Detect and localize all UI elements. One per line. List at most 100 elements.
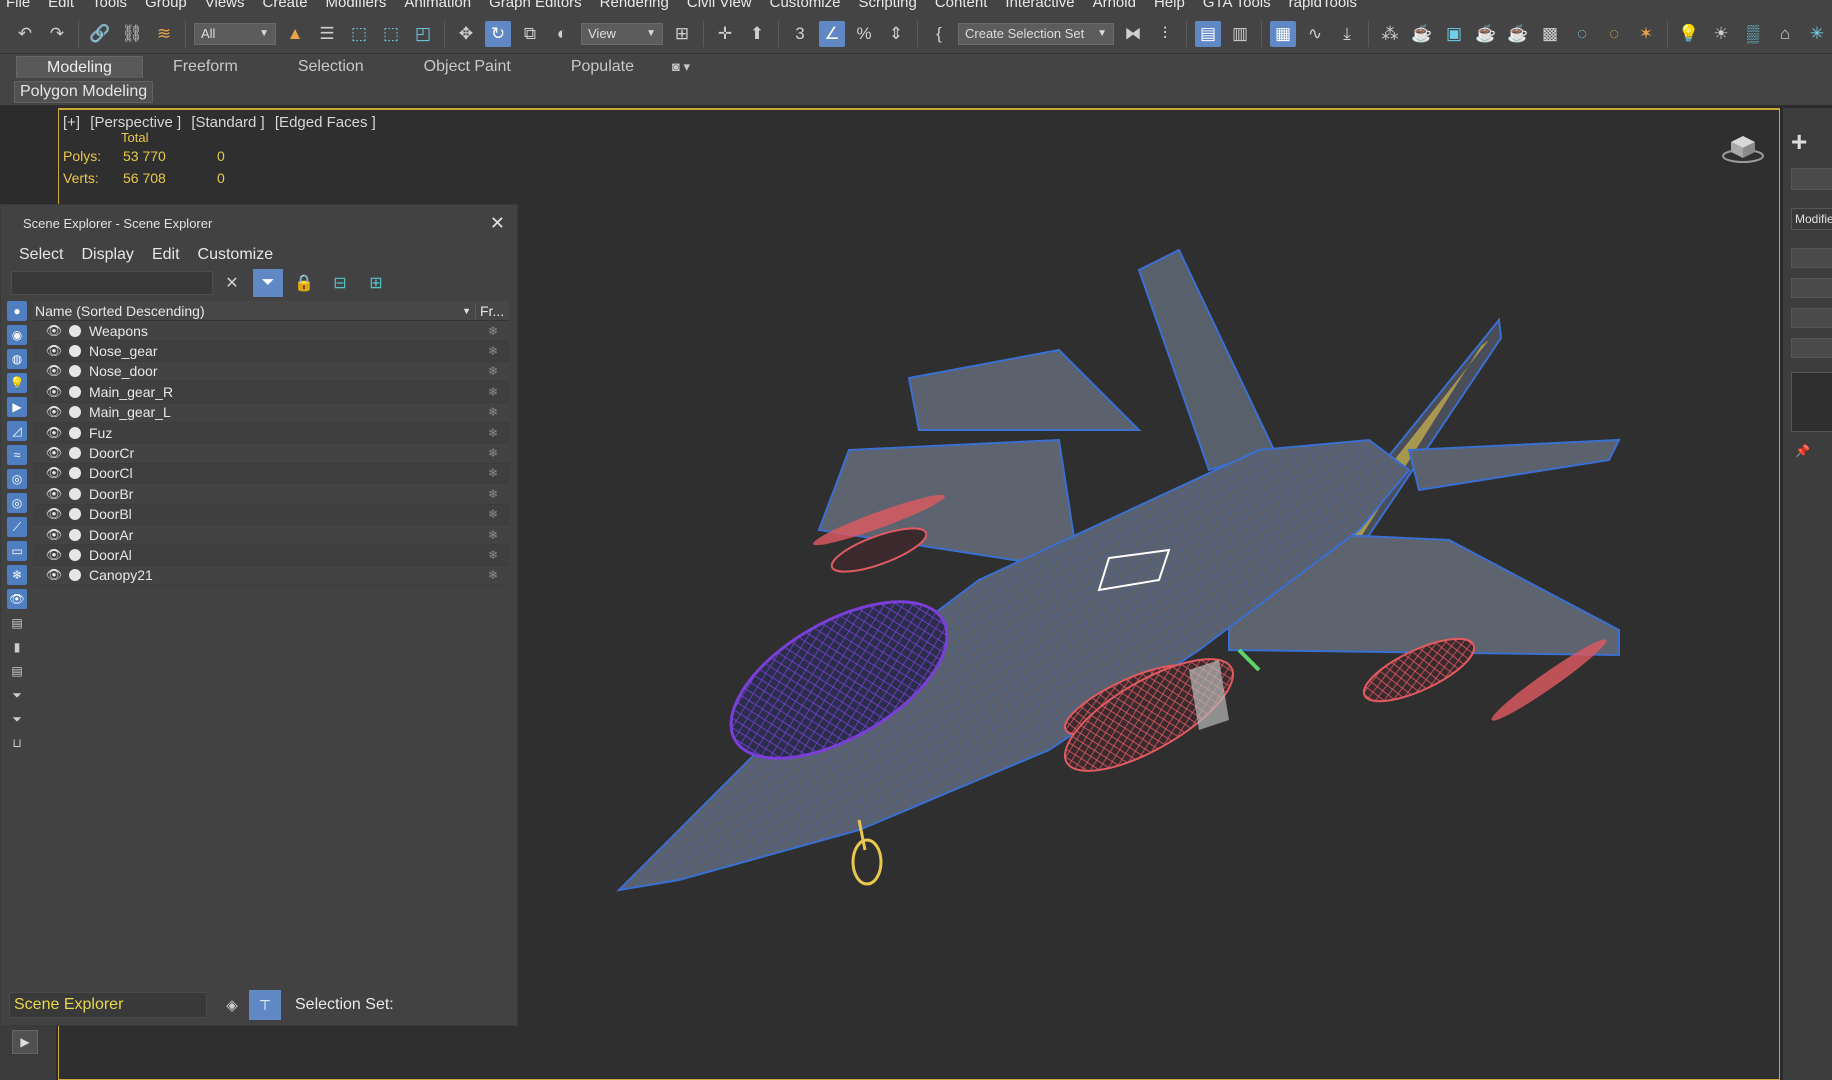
menu-gta-tools[interactable]: GTA Tools bbox=[1197, 0, 1283, 11]
table-row[interactable]: 👁 Main_gear_L ❄ bbox=[33, 402, 509, 423]
snowflake-icon[interactable]: ❄ bbox=[483, 446, 503, 460]
snowflake-icon[interactable]: ❄ bbox=[483, 344, 503, 358]
snowflake-icon[interactable]: ❄ bbox=[483, 568, 503, 582]
render-dot-icon[interactable] bbox=[69, 569, 81, 582]
sort-by-layer-icon[interactable]: ◈ bbox=[221, 992, 243, 1018]
tab-populate[interactable]: Populate bbox=[541, 56, 664, 78]
render-setup-icon[interactable]: ☕ bbox=[1409, 21, 1435, 47]
named-selection-set-dropdown[interactable]: Create Selection Set ▼ bbox=[958, 22, 1114, 45]
table-row[interactable]: 👁 DoorBr ❄ bbox=[33, 484, 509, 505]
render-dot-icon[interactable] bbox=[69, 467, 81, 480]
menu-help[interactable]: Help bbox=[1148, 0, 1197, 11]
table-row[interactable]: 👁 DoorCr ❄ bbox=[33, 443, 509, 464]
snowflake-icon[interactable]: ❄ bbox=[483, 364, 503, 378]
render-dot-icon[interactable] bbox=[69, 426, 81, 439]
display-none-icon[interactable]: ▤ bbox=[7, 613, 27, 633]
command-panel-button[interactable] bbox=[1791, 308, 1832, 328]
rendered-frame-window-icon[interactable]: ▣ bbox=[1441, 21, 1467, 47]
snowflake-icon[interactable]: ❄ bbox=[483, 385, 503, 399]
undo-icon[interactable]: ↶ bbox=[12, 21, 38, 47]
edit-named-selection-icon[interactable]: { bbox=[926, 21, 952, 47]
display-children-icon[interactable]: ▤ bbox=[7, 661, 27, 681]
move-icon[interactable]: ✥ bbox=[453, 21, 479, 47]
select-filter-icon[interactable]: ⏷ bbox=[7, 685, 27, 705]
se-menu-edit[interactable]: Edit bbox=[152, 246, 180, 264]
render-dot-icon[interactable] bbox=[69, 487, 81, 500]
hidden-filter-icon[interactable]: 👁 bbox=[7, 589, 27, 609]
menu-interactive[interactable]: Interactive bbox=[999, 0, 1086, 11]
xrefs-filter-icon[interactable]: ◎ bbox=[7, 493, 27, 513]
redo-icon[interactable]: ↷ bbox=[44, 21, 70, 47]
render-in-cloud-icon[interactable]: ▩ bbox=[1537, 21, 1563, 47]
column-freeze-header[interactable]: Fr... bbox=[475, 302, 509, 319]
render-dot-icon[interactable] bbox=[69, 324, 81, 337]
modifier-stack[interactable] bbox=[1791, 372, 1832, 432]
layer-explorer-icon[interactable]: ▥ bbox=[1227, 21, 1253, 47]
table-row[interactable]: 👁 DoorAl ❄ bbox=[33, 545, 509, 566]
eye-icon[interactable]: 👁 bbox=[43, 465, 65, 481]
eye-icon[interactable]: 👁 bbox=[43, 384, 65, 400]
hierarchy-expand-icon[interactable]: ⊟ bbox=[325, 269, 355, 297]
tab-modeling[interactable]: Modeling bbox=[16, 56, 143, 78]
create-panel-plus-icon[interactable]: + bbox=[1791, 126, 1807, 158]
mirror-icon[interactable]: ⧓ bbox=[1120, 21, 1146, 47]
render-production-icon[interactable]: ☕ bbox=[1473, 21, 1499, 47]
arnold-star-icon[interactable]: ✶ bbox=[1633, 21, 1659, 47]
arnold-light-icon[interactable]: 💡 bbox=[1676, 21, 1702, 47]
arnold-sun-icon[interactable]: ☀ bbox=[1708, 21, 1734, 47]
command-panel-button[interactable] bbox=[1791, 278, 1832, 298]
select-and-move-region-icon[interactable]: ◰ bbox=[410, 21, 436, 47]
menu-rendering[interactable]: Rendering bbox=[594, 0, 681, 11]
tab-freeform[interactable]: Freeform bbox=[143, 56, 268, 78]
toggle-ribbon-icon[interactable]: ▦ bbox=[1270, 20, 1296, 47]
eye-icon[interactable]: 👁 bbox=[43, 323, 65, 339]
spacewarps-filter-icon[interactable]: ≈ bbox=[7, 445, 27, 465]
eye-icon[interactable]: 👁 bbox=[43, 445, 65, 461]
schematic-view-icon[interactable]: ⤓ bbox=[1334, 21, 1360, 47]
menu-graph-editors[interactable]: Graph Editors bbox=[483, 0, 594, 11]
select-object-icon[interactable]: ▲ bbox=[282, 21, 308, 47]
helpers-filter-icon[interactable]: ◿ bbox=[7, 421, 27, 441]
render-dot-icon[interactable] bbox=[69, 406, 81, 419]
spinner-snap-icon[interactable]: ⇕ bbox=[883, 21, 909, 47]
table-row[interactable]: 👁 Fuz ❄ bbox=[33, 422, 509, 444]
snowflake-icon[interactable]: ❄ bbox=[483, 507, 503, 521]
render-dot-icon[interactable] bbox=[69, 528, 81, 541]
unlink-icon[interactable]: ⛓ bbox=[119, 21, 145, 47]
render-dot-icon[interactable] bbox=[69, 508, 81, 521]
reference-coordinate-dropdown[interactable]: View ▼ bbox=[581, 22, 663, 45]
expand-panel-icon[interactable]: ▶ bbox=[12, 1030, 38, 1054]
bind-spacewarp-icon[interactable]: ≋ bbox=[151, 21, 177, 47]
placement-icon[interactable]: ◐ bbox=[549, 21, 575, 47]
pin-stack-icon[interactable]: 📌 bbox=[1795, 444, 1810, 458]
table-row[interactable]: 👁 Nose_gear ❄ bbox=[33, 341, 509, 362]
snowflake-icon[interactable]: ❄ bbox=[483, 426, 503, 440]
table-row[interactable]: 👁 DoorAr ❄ bbox=[33, 524, 509, 546]
menu-tools[interactable]: Tools bbox=[86, 0, 139, 11]
snowflake-icon[interactable]: ❄ bbox=[483, 487, 503, 501]
eye-icon[interactable]: 👁 bbox=[43, 425, 65, 441]
render-dot-icon[interactable] bbox=[69, 548, 81, 561]
scene-explorer-search-input[interactable] bbox=[11, 271, 213, 295]
layer-sort-icon[interactable]: ⊔ bbox=[7, 733, 27, 753]
material-editor-icon[interactable]: ⁂ bbox=[1377, 21, 1403, 47]
viewcube-icon[interactable] bbox=[1721, 128, 1765, 164]
command-panel-button[interactable] bbox=[1791, 338, 1832, 358]
explorer-name-dropdown[interactable]: Scene Explorer bbox=[9, 992, 207, 1018]
modifier-list-dropdown[interactable]: Modifier List bbox=[1791, 208, 1832, 230]
cameras-filter-icon[interactable]: ▶ bbox=[7, 397, 27, 417]
snowflake-icon[interactable]: ❄ bbox=[483, 466, 503, 480]
menu-civil-view[interactable]: Civil View bbox=[681, 0, 764, 11]
hierarchy-collapse-icon[interactable]: ⊞ bbox=[361, 269, 391, 297]
snowflake-icon[interactable]: ❄ bbox=[483, 528, 503, 542]
snowflake-icon[interactable]: ❄ bbox=[483, 405, 503, 419]
filter-funnel-icon[interactable]: ⏷ bbox=[7, 709, 27, 729]
command-panel-button[interactable] bbox=[1791, 248, 1832, 268]
arnold-photometric-icon[interactable]: ✳ bbox=[1804, 21, 1830, 47]
menu-rapidtools[interactable]: rapidTools bbox=[1283, 0, 1369, 11]
tab-selection[interactable]: Selection bbox=[268, 56, 394, 78]
eye-icon[interactable]: 👁 bbox=[43, 506, 65, 522]
rotate-icon[interactable]: ↻ bbox=[485, 20, 511, 47]
viewport-label-menu[interactable]: [+] [Perspective ] [Standard ] [Edged Fa… bbox=[63, 114, 382, 131]
eye-icon[interactable]: 👁 bbox=[43, 567, 65, 583]
